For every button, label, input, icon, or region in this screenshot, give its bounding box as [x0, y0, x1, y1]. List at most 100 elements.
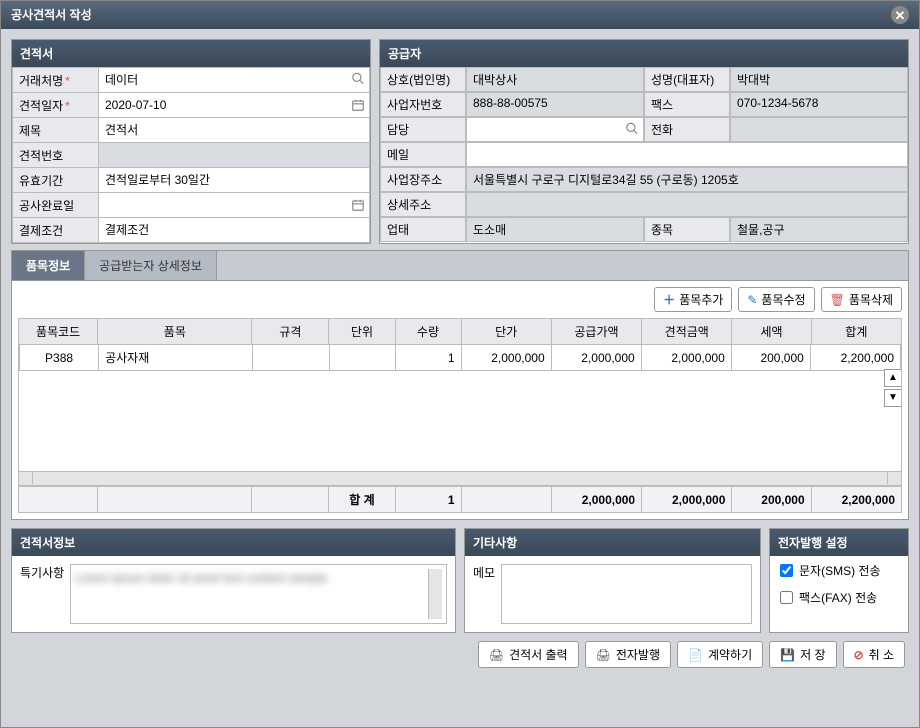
action-bar: 🖨 견적서 출력 🖨 전자발행 📄 계약하기 💾 저 장 ⊘ 취 소: [11, 641, 909, 668]
cell-qty: 1: [395, 345, 461, 371]
window: 공사견적서 작성 ✕ 견적서 거래처명*: [0, 0, 920, 728]
th-unit[interactable]: 단위: [329, 319, 395, 345]
th-code[interactable]: 품목코드: [19, 319, 98, 345]
th-name[interactable]: 품목: [98, 319, 252, 345]
total-tax: 200,000: [732, 487, 811, 513]
complete-input[interactable]: [105, 198, 363, 212]
cancel-icon: ⊘: [854, 648, 864, 662]
th-price[interactable]: 단가: [461, 319, 551, 345]
edit-item-button[interactable]: ✎품목수정: [738, 287, 814, 312]
move-up-button[interactable]: ▲: [884, 369, 902, 387]
cell-price: 2,000,000: [461, 345, 551, 371]
print-button[interactable]: 🖨 견적서 출력: [478, 641, 579, 668]
printer-icon: 🖨: [489, 648, 504, 662]
required-mark: *: [65, 74, 70, 88]
move-down-button[interactable]: ▼: [884, 389, 902, 407]
field-bizno: 888-88-00575: [466, 92, 644, 117]
label-contact: 담당: [380, 117, 466, 142]
label-mail: 메일: [380, 142, 466, 167]
label-memo: 메모: [473, 564, 495, 624]
cell-tax: 200,000: [731, 345, 810, 371]
th-spec[interactable]: 규격: [252, 319, 329, 345]
cell-name: 공사자재: [99, 345, 253, 371]
search-icon[interactable]: [351, 72, 365, 89]
quote-header: 견적서: [12, 40, 370, 67]
field-addressdetail: [466, 192, 908, 217]
memo-input[interactable]: [501, 564, 752, 624]
client-input[interactable]: [105, 73, 363, 87]
label-bizno: 사업자번호: [380, 92, 466, 117]
payment-input[interactable]: [105, 223, 363, 237]
quote-info-panel: 견적서정보 특기사항 Lorem ipsum dolor sit amet te…: [11, 528, 456, 633]
label-number: 견적번호: [13, 143, 99, 168]
contract-button[interactable]: 📄 계약하기: [677, 641, 763, 668]
table-row[interactable]: P388 공사자재 1 2,000,000 2,000,000 2,000,00…: [20, 345, 901, 371]
close-icon[interactable]: ✕: [891, 6, 909, 24]
supplier-panel: 공급자 상호(법인명) 대박상사 성명(대표자) 박대박 사업자번호 888-8…: [379, 39, 909, 244]
calendar-icon[interactable]: [351, 198, 365, 212]
th-total[interactable]: 합계: [811, 319, 901, 345]
calendar-icon[interactable]: [351, 98, 365, 112]
label-fax-send: 팩스(FAX) 전송: [799, 589, 877, 606]
label-phone: 전화: [644, 117, 730, 142]
save-button[interactable]: 💾 저 장: [769, 641, 836, 668]
label-complete: 공사완료일: [13, 193, 99, 218]
tabs: 품목정보 공급받는자 상세정보: [11, 250, 909, 280]
content-area: 견적서 거래처명* 견적일자*: [1, 29, 919, 678]
th-estamt[interactable]: 견적금액: [642, 319, 732, 345]
th-qty[interactable]: 수량: [395, 319, 461, 345]
mail-input[interactable]: [473, 146, 901, 160]
scroll-right-icon[interactable]: [887, 472, 901, 484]
field-phone: [730, 117, 908, 142]
special-notes-content[interactable]: Lorem ipsum dolor sit amet text content …: [75, 569, 428, 619]
tab-recipient-detail[interactable]: 공급받는자 상세정보: [85, 251, 217, 280]
issue-button[interactable]: 🖨 전자발행: [585, 641, 671, 668]
search-icon[interactable]: [625, 121, 639, 138]
sms-checkbox[interactable]: [780, 564, 793, 577]
label-special-notes: 특기사항: [20, 564, 64, 624]
items-grid: 품목코드 품목 규격 단위 수량 단가 공급가액 견적금액 세액 합계: [18, 318, 902, 513]
contact-input[interactable]: [473, 121, 637, 135]
label-client: 거래처명: [19, 74, 63, 88]
label-company: 상호(법인명): [380, 67, 466, 92]
field-fax: 070-1234-5678: [730, 92, 908, 117]
label-payment: 결제조건: [13, 218, 99, 243]
th-supply[interactable]: 공급가액: [551, 319, 641, 345]
valid-input[interactable]: [105, 173, 363, 187]
total-qty: 1: [395, 487, 461, 513]
quote-info-header: 견적서정보: [12, 529, 455, 556]
add-item-button[interactable]: ＋품목추가: [654, 287, 732, 312]
pencil-icon: ✎: [747, 293, 757, 307]
label-biztype: 업태: [380, 217, 466, 242]
supplier-header: 공급자: [380, 40, 908, 67]
label-title: 제목: [13, 118, 99, 143]
label-date: 견적일자: [19, 99, 63, 113]
total-label: 합 계: [329, 487, 395, 513]
total-total: 2,200,000: [811, 487, 901, 513]
cell-estamt: 2,000,000: [641, 345, 731, 371]
cell-unit: [329, 345, 395, 371]
field-biztype: 도소매: [466, 217, 644, 242]
quote-panel: 견적서 거래처명* 견적일자*: [11, 39, 371, 244]
row-reorder: ▲ ▼: [884, 369, 902, 407]
total-estamt: 2,000,000: [642, 487, 732, 513]
titlebar: 공사견적서 작성 ✕: [1, 1, 919, 29]
trash-icon: 🗑: [830, 293, 845, 307]
required-mark: *: [65, 99, 70, 113]
printer-icon: 🖨: [596, 648, 611, 662]
vertical-scrollbar[interactable]: [428, 569, 442, 619]
tab-items[interactable]: 품목정보: [12, 251, 85, 280]
fax-checkbox[interactable]: [780, 591, 793, 604]
th-tax[interactable]: 세액: [732, 319, 811, 345]
cancel-button[interactable]: ⊘ 취 소: [843, 641, 905, 668]
cell-spec: [252, 345, 329, 371]
scroll-left-icon[interactable]: [19, 472, 33, 484]
window-title: 공사견적서 작성: [11, 1, 92, 29]
plus-icon: ＋: [663, 291, 675, 308]
totals-row: 합 계 1 2,000,000 2,000,000 200,000 2,200,…: [19, 487, 902, 513]
horizontal-scrollbar[interactable]: [18, 472, 902, 486]
title-input[interactable]: [105, 123, 363, 137]
cell-total: 2,200,000: [810, 345, 900, 371]
delete-item-button[interactable]: 🗑품목삭제: [821, 287, 902, 312]
date-input[interactable]: [105, 98, 363, 112]
